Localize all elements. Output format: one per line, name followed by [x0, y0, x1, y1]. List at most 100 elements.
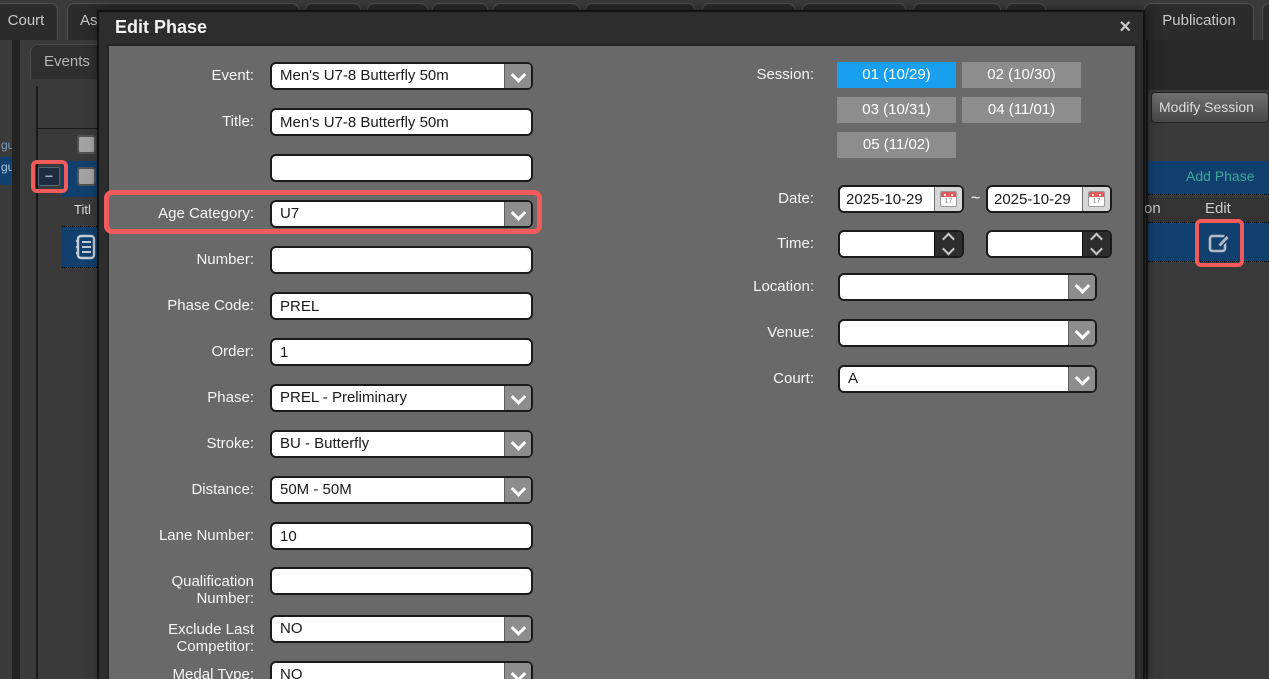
- spinner-down-icon: [1090, 243, 1103, 256]
- tab-events[interactable]: Events: [30, 44, 105, 79]
- chevron-down-icon: [504, 663, 531, 679]
- court-value: A: [848, 367, 858, 391]
- lane-number-label: Lane Number:: [104, 522, 254, 550]
- exclude-last-competitor-label: Exclude Last Competitor:: [104, 621, 254, 655]
- right-panel-header: [1148, 40, 1269, 90]
- event-value: Men's U7-8 Butterfly 50m: [280, 64, 449, 88]
- medal-type-value: NO: [280, 663, 303, 679]
- collapse-button[interactable]: −: [38, 167, 60, 186]
- qualification-number-input[interactable]: [270, 567, 533, 595]
- tab-events-label: Events: [44, 53, 90, 70]
- tab-court[interactable]: Court: [0, 3, 58, 40]
- edit-phase-dialog: Edit Phase × Event: Men's U7-8 Butterfly…: [97, 10, 1145, 679]
- phase-code-label: Phase Code:: [104, 292, 254, 320]
- court-label: Court:: [664, 365, 814, 393]
- tree-item-truncated[interactable]: gu: [1, 138, 12, 152]
- session-button-05[interactable]: 05 (11/02): [837, 132, 956, 158]
- order-label: Order:: [104, 338, 254, 366]
- qualification-number-label: Qualification Number:: [104, 573, 254, 607]
- session-button-02[interactable]: 02 (10/30): [962, 62, 1081, 88]
- phase-label: Phase:: [104, 384, 254, 412]
- chevron-down-icon: [504, 202, 531, 226]
- date-from-field: 17: [838, 185, 964, 213]
- chevron-down-icon: [1068, 367, 1095, 391]
- tree-item-selected[interactable]: gu: [0, 157, 11, 185]
- date-range-separator: ~: [971, 185, 980, 213]
- age-category-select[interactable]: U7: [270, 200, 533, 228]
- time-from-input[interactable]: [840, 232, 932, 256]
- chevron-down-icon: [504, 478, 531, 502]
- add-phase-link[interactable]: Add Phase: [1186, 168, 1255, 184]
- phase-grid-row: [1148, 223, 1269, 262]
- right-panel-border: [1146, 40, 1148, 679]
- phase-list-row[interactable]: [62, 226, 97, 268]
- dialog-body: [107, 44, 1137, 679]
- chevron-down-icon: [1068, 321, 1095, 345]
- date-from-input[interactable]: [840, 187, 932, 211]
- modify-session-label: Modify Session: [1159, 99, 1254, 115]
- close-icon[interactable]: ×: [1119, 16, 1131, 38]
- number-input[interactable]: [270, 246, 533, 274]
- time-from-spinner[interactable]: [934, 232, 962, 256]
- left-panel-divider: [12, 40, 20, 679]
- distance-value: 50M - 50M: [280, 478, 352, 502]
- location-label: Location:: [664, 273, 814, 301]
- column-header-partial: on: [1144, 200, 1161, 217]
- stroke-label: Stroke:: [104, 430, 254, 458]
- session-label: Session:: [664, 62, 814, 88]
- column-header-edit: Edit: [1205, 200, 1231, 217]
- tab-court-label: Court: [0, 4, 57, 38]
- phase-select[interactable]: PREL - Preliminary: [270, 384, 533, 412]
- chevron-down-icon: [504, 617, 531, 641]
- subtitle-input[interactable]: [270, 154, 533, 182]
- venue-select[interactable]: [838, 319, 1097, 347]
- row-separator: [38, 128, 97, 129]
- lane-number-input[interactable]: [270, 522, 533, 550]
- session-button-01[interactable]: 01 (10/29): [837, 62, 956, 88]
- venue-label: Venue:: [664, 319, 814, 347]
- chevron-down-icon: [504, 64, 531, 88]
- spinner-down-icon: [942, 243, 955, 256]
- background-tab[interactable]: [1262, 3, 1269, 40]
- tree-item-truncated: gu: [1, 160, 12, 174]
- row-checkbox[interactable]: [77, 167, 96, 186]
- phase-code-input[interactable]: [270, 292, 533, 320]
- time-to-spinner[interactable]: [1082, 232, 1110, 256]
- event-select[interactable]: Men's U7-8 Butterfly 50m: [270, 62, 533, 90]
- number-label: Number:: [104, 246, 254, 274]
- app-window: Court As Publication Events gu gu − Titl: [0, 0, 1269, 679]
- time-to-field: [986, 230, 1112, 258]
- row-checkbox[interactable]: [77, 135, 96, 154]
- location-select[interactable]: [838, 273, 1097, 301]
- phase-value: PREL - Preliminary: [280, 386, 407, 410]
- date-to-field: 17: [986, 185, 1112, 213]
- medal-type-select[interactable]: NO: [270, 661, 533, 679]
- time-to-input[interactable]: [988, 232, 1080, 256]
- title-input[interactable]: [270, 108, 533, 136]
- tab-publication-label: Publication: [1145, 4, 1253, 38]
- date-to-input[interactable]: [988, 187, 1080, 211]
- distance-select[interactable]: 50M - 50M: [270, 476, 533, 504]
- event-label: Event:: [104, 62, 254, 90]
- modify-session-button[interactable]: Modify Session: [1151, 92, 1269, 123]
- edit-pencil-icon[interactable]: [1208, 230, 1233, 254]
- stroke-select[interactable]: BU - Butterfly: [270, 430, 533, 458]
- session-button-03[interactable]: 03 (10/31): [837, 97, 956, 123]
- chevron-down-icon: [504, 386, 531, 410]
- age-category-label: Age Category:: [104, 200, 254, 228]
- dialog-title: Edit Phase: [115, 17, 207, 38]
- chevron-down-icon: [504, 432, 531, 456]
- court-select[interactable]: A: [838, 365, 1097, 393]
- order-input[interactable]: [270, 338, 533, 366]
- tab-publication[interactable]: Publication: [1144, 3, 1254, 40]
- phase-list-icon: [74, 234, 96, 260]
- exclude-last-competitor-select[interactable]: NO: [270, 615, 533, 643]
- calendar-icon[interactable]: 17: [1082, 187, 1110, 211]
- title-label: Title:: [104, 108, 254, 136]
- session-button-04[interactable]: 04 (11/01): [962, 97, 1081, 123]
- stroke-value: BU - Butterfly: [280, 432, 369, 456]
- age-category-value: U7: [280, 202, 299, 226]
- calendar-icon[interactable]: 17: [934, 187, 962, 211]
- date-label: Date:: [664, 185, 814, 213]
- time-from-field: [838, 230, 964, 258]
